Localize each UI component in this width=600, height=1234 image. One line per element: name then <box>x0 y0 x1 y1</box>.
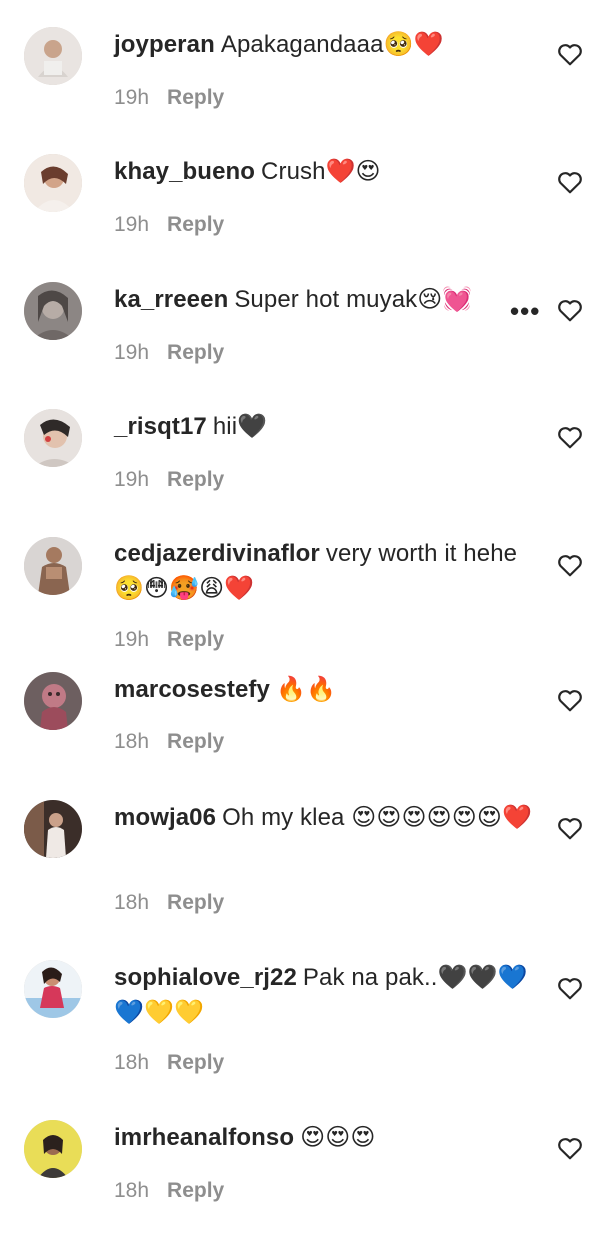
reply-button[interactable]: Reply <box>167 628 224 651</box>
comment-body: Crush <box>261 158 326 185</box>
comment-emoji: 🔥🔥 <box>275 675 336 703</box>
comment-emoji: 🖤 <box>237 412 268 440</box>
comment-username[interactable]: ka_rreeen <box>114 286 228 313</box>
comment-emoji: 😍😍😍😍😍😍❤️ <box>351 803 532 831</box>
comment-username[interactable]: _risqt17 <box>114 413 207 440</box>
comment-text: sophialove_rj22 Pak na pak..🖤🖤💙💙💛💛 <box>114 960 534 1030</box>
comment-username[interactable]: imrheanalfonso <box>114 1124 294 1151</box>
heart-outline-icon[interactable] <box>557 1136 583 1160</box>
heart-outline-icon[interactable] <box>557 42 583 66</box>
comment-text: khay_bueno Crush❤️😍 <box>114 154 534 189</box>
reply-button[interactable]: Reply <box>167 86 224 109</box>
comment-time: 18h <box>114 1051 150 1074</box>
reply-button[interactable]: Reply <box>167 891 224 914</box>
reply-button[interactable]: Reply <box>167 1051 224 1074</box>
comment-meta: 19h Reply <box>114 86 224 110</box>
avatar[interactable] <box>24 672 82 730</box>
comment-text: marcosestefy 🔥🔥 <box>114 672 534 707</box>
comment-username[interactable]: khay_bueno <box>114 158 255 185</box>
comment-time: 18h <box>114 891 150 914</box>
comment-body: hii <box>212 413 238 440</box>
comment-text: mowja06 Oh my klea 😍😍😍😍😍😍❤️ <box>114 800 534 835</box>
comment-meta: 19h Reply <box>114 628 224 652</box>
comment-meta: 18h Reply <box>114 1051 224 1075</box>
avatar[interactable] <box>24 537 82 595</box>
avatar[interactable] <box>24 282 82 340</box>
comment-body: Super hot muyak <box>234 286 418 313</box>
comment-time: 19h <box>114 468 150 491</box>
comment-time: 19h <box>114 213 150 236</box>
more-options-icon[interactable]: ••• <box>510 296 540 327</box>
heart-outline-icon[interactable] <box>557 170 583 194</box>
heart-outline-icon[interactable] <box>557 816 583 840</box>
comment-time: 19h <box>114 86 150 109</box>
comment-emoji: 🥺😳🥵😩❤️ <box>114 574 255 602</box>
comment-meta: 19h Reply <box>114 213 224 237</box>
comment-emoji: ❤️😍 <box>325 157 381 185</box>
reply-button[interactable]: Reply <box>167 341 224 364</box>
comment-emoji: 🥺❤️ <box>383 30 444 58</box>
comment-body: very worth it hehe <box>325 540 518 567</box>
comment-username[interactable]: sophialove_rj22 <box>114 964 297 991</box>
avatar[interactable] <box>24 960 82 1018</box>
reply-button[interactable]: Reply <box>167 1179 224 1202</box>
comment-time: 18h <box>114 1179 150 1202</box>
comment-body: Pak na pak.. <box>302 964 438 991</box>
comment-emoji: 😢💓 <box>417 285 473 313</box>
comment-time: 18h <box>114 730 150 753</box>
comment-meta: 19h Reply <box>114 468 224 492</box>
comment-username[interactable]: cedjazerdivinaflor <box>114 540 320 567</box>
comment-meta: 18h Reply <box>114 730 224 754</box>
comment-meta: 19h Reply <box>114 341 224 365</box>
heart-outline-icon[interactable] <box>557 688 583 712</box>
heart-outline-icon[interactable] <box>557 425 583 449</box>
comment-text: cedjazerdivinaflor very worth it hehe 🥺😳🥵… <box>114 537 534 606</box>
comment-text: joyperan Apakagandaaa🥺❤️ <box>114 27 534 62</box>
heart-outline-icon[interactable] <box>557 553 583 577</box>
heart-outline-icon[interactable] <box>557 976 583 1000</box>
avatar[interactable] <box>24 154 82 212</box>
comment-time: 19h <box>114 341 150 364</box>
comment-meta: 18h Reply <box>114 1179 224 1203</box>
comment-username[interactable]: mowja06 <box>114 804 216 831</box>
reply-button[interactable]: Reply <box>167 213 224 236</box>
comment-username[interactable]: joyperan <box>114 31 215 58</box>
comment-meta: 18h Reply <box>114 891 224 915</box>
comment-username[interactable]: marcosestefy <box>114 676 270 703</box>
heart-outline-icon[interactable] <box>557 298 583 322</box>
reply-button[interactable]: Reply <box>167 468 224 491</box>
comment-text: imrheanalfonso 😍😍😍 <box>114 1120 534 1155</box>
comment-text: ka_rreeen Super hot muyak😢💓 <box>114 282 534 317</box>
avatar[interactable] <box>24 409 82 467</box>
comment-text: _risqt17 hii🖤 <box>114 409 534 444</box>
comment-body: Apakagandaaa <box>220 31 384 58</box>
comment-time: 19h <box>114 628 150 651</box>
avatar[interactable] <box>24 800 82 858</box>
comment-body: Oh my klea <box>222 804 345 831</box>
comment-emoji: 😍😍😍 <box>300 1123 376 1151</box>
avatar[interactable] <box>24 27 82 85</box>
reply-button[interactable]: Reply <box>167 730 224 753</box>
avatar[interactable] <box>24 1120 82 1178</box>
